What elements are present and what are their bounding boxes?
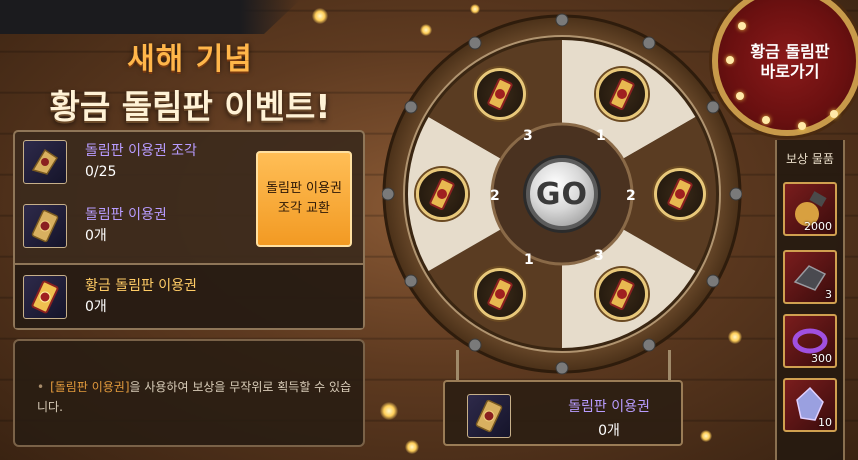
ticket-icon bbox=[667, 178, 693, 210]
light-bulb bbox=[762, 116, 770, 124]
reward-item[interactable]: 2000 bbox=[783, 182, 837, 236]
wheel-number: 2 bbox=[626, 188, 636, 204]
shortcut-label: 황금 돌림판 바로가기 bbox=[730, 42, 850, 82]
piece-name: 돌림판 이용권 조각 bbox=[85, 143, 197, 159]
wheel-number: 1 bbox=[524, 252, 534, 268]
reward-qty: 2000 bbox=[804, 220, 832, 233]
wheel-number: 1 bbox=[596, 128, 606, 144]
sparkle bbox=[380, 402, 398, 420]
title-line-1: 새해 기념 bbox=[127, 42, 253, 77]
reward-item[interactable]: 300 bbox=[783, 314, 837, 368]
prize-slot bbox=[416, 168, 468, 220]
ticket-count: 0개 bbox=[85, 228, 107, 244]
prize-slot bbox=[596, 268, 648, 320]
spin-go-button[interactable]: GO bbox=[526, 158, 598, 230]
prize-slot bbox=[596, 68, 648, 120]
ticket-box-name: 돌림판 이용권 bbox=[568, 399, 650, 415]
golden-ticket-icon bbox=[23, 275, 67, 319]
prize-slot bbox=[474, 268, 526, 320]
prize-slot bbox=[654, 168, 706, 220]
go-label: GO bbox=[535, 176, 589, 212]
ticket-balance-box: 돌림판 이용권 0개 bbox=[443, 380, 683, 446]
reward-qty: 3 bbox=[825, 288, 832, 301]
light-bulb bbox=[830, 110, 838, 118]
reward-item[interactable]: 10 bbox=[783, 378, 837, 432]
prize-slot bbox=[474, 68, 526, 120]
rewards-panel: 보상 물품 2000 3 300 10 bbox=[775, 140, 845, 460]
chain bbox=[456, 350, 459, 382]
piece-count: 0/25 bbox=[85, 164, 117, 180]
chain bbox=[668, 350, 671, 382]
ticket-icon bbox=[23, 204, 67, 248]
reward-qty: 300 bbox=[811, 352, 832, 365]
ticket-icon bbox=[429, 178, 455, 210]
inventory-panel: 돌림판 이용권 조각 0/25 돌림판 이용권 0개 돌림판 이용권 조각 교환 bbox=[13, 130, 365, 330]
wheel-number: 3 bbox=[523, 128, 533, 144]
piece-row: 돌림판 이용권 조각 0/25 bbox=[23, 140, 197, 184]
reward-qty: 10 bbox=[818, 416, 832, 429]
light-bulb bbox=[738, 22, 746, 30]
ticket-icon bbox=[467, 394, 511, 438]
golden-ticket-name: 황금 돌림판 이용권 bbox=[85, 278, 197, 294]
reward-item[interactable]: 3 bbox=[783, 250, 837, 304]
exchange-label-2: 조각 교환 bbox=[278, 201, 330, 216]
ticket-name: 돌림판 이용권 bbox=[85, 207, 167, 223]
shortcut-line-2: 바로가기 bbox=[760, 62, 820, 81]
light-bulb bbox=[798, 122, 806, 130]
ticket-icon bbox=[609, 278, 635, 310]
wheel-number: 3 bbox=[594, 248, 604, 264]
sparkle bbox=[700, 430, 712, 442]
ticket-box-count: 0개 bbox=[598, 423, 620, 439]
exchange-pieces-button[interactable]: 돌림판 이용권 조각 교환 bbox=[256, 151, 352, 247]
wheel-number: 2 bbox=[490, 188, 500, 204]
rewards-header: 보상 물품 bbox=[786, 152, 834, 166]
ticket-piece-icon bbox=[23, 140, 67, 184]
golden-ticket-count: 0개 bbox=[85, 299, 107, 315]
ticket-icon bbox=[609, 78, 635, 110]
info-highlight: [돌림판 이용권] bbox=[50, 380, 130, 394]
sparkle bbox=[312, 8, 328, 24]
ticket-row: 돌림판 이용권 0개 bbox=[23, 204, 167, 248]
top-bar bbox=[0, 0, 300, 34]
exchange-label-1: 돌림판 이용권 bbox=[266, 181, 342, 196]
ticket-icon bbox=[487, 78, 513, 110]
roulette-wheel: 3 1 2 3 1 2 GO bbox=[381, 4, 743, 376]
info-text: • [돌림판 이용권]을 사용하여 보상을 무작위로 획득할 수 있습니다. bbox=[37, 377, 357, 417]
shortcut-line-1: 황금 돌림판 bbox=[750, 42, 830, 61]
bullet-icon: • bbox=[37, 380, 45, 394]
golden-ticket-row: 황금 돌림판 이용권 0개 bbox=[15, 263, 363, 328]
info-box: • [돌림판 이용권]을 사용하여 보상을 무작위로 획득할 수 있습니다. bbox=[13, 339, 365, 447]
light-bulb bbox=[736, 92, 744, 100]
ticket-icon bbox=[487, 278, 513, 310]
sparkle bbox=[405, 440, 419, 454]
title-line-2: 황금 돌림판 이벤트! bbox=[49, 87, 331, 126]
event-title: 새해 기념 황금 돌림판 이벤트! bbox=[0, 34, 380, 128]
